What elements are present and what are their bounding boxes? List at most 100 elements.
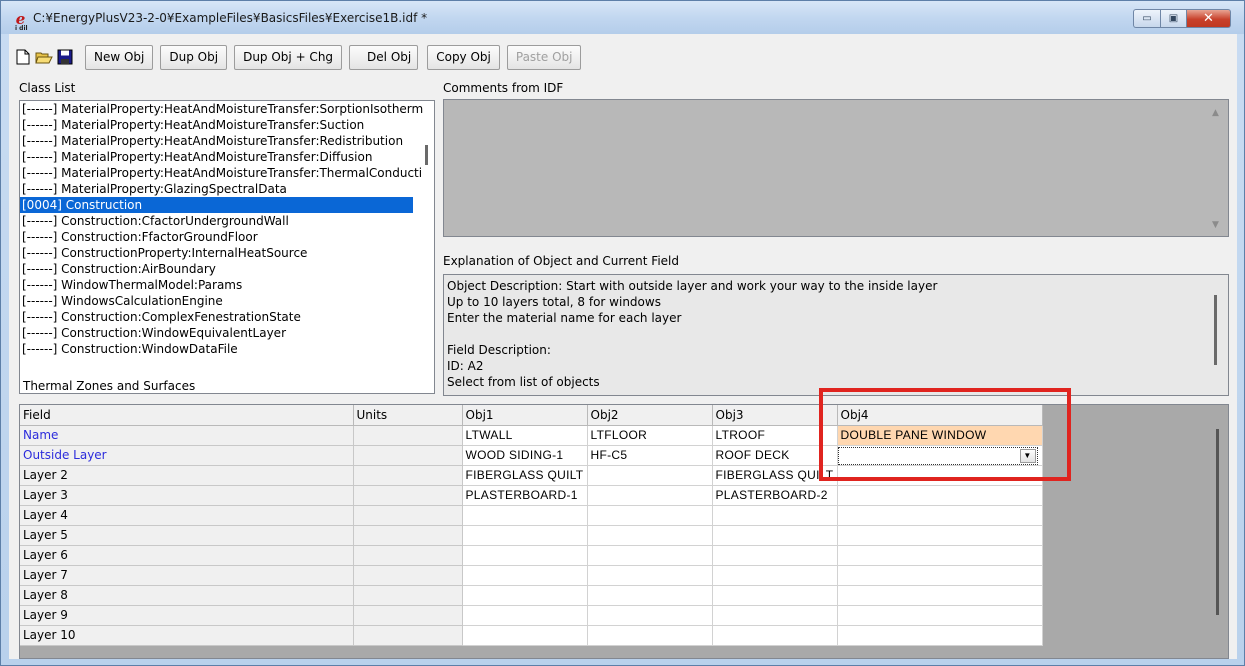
new-file-icon[interactable] bbox=[13, 46, 33, 68]
value-cell-obj1[interactable] bbox=[462, 585, 588, 606]
value-cell-obj2[interactable]: HF-C5 bbox=[587, 445, 713, 466]
open-folder-icon[interactable] bbox=[34, 46, 54, 68]
value-cell-obj4[interactable] bbox=[837, 505, 1043, 526]
value-cell-obj4[interactable] bbox=[837, 585, 1043, 606]
value-cell-obj2[interactable] bbox=[587, 605, 713, 626]
class-list-item[interactable]: [------] MaterialProperty:HeatAndMoistur… bbox=[20, 165, 434, 181]
close-button[interactable]: ✕ bbox=[1187, 9, 1231, 28]
object-grid[interactable]: Field Units Obj1 Obj2 Obj3 Obj4 Name LTWALL LTFL… bbox=[19, 404, 1229, 659]
value-cell-obj3[interactable]: FIBERGLASS QUILT bbox=[712, 465, 838, 486]
value-cell-obj3[interactable] bbox=[712, 525, 838, 546]
dup-obj-button[interactable]: Dup Obj bbox=[160, 44, 228, 70]
value-cell-obj1[interactable] bbox=[462, 505, 588, 526]
value-cell-obj3[interactable] bbox=[712, 565, 838, 586]
value-cell-obj1[interactable] bbox=[462, 605, 588, 626]
field-name-cell[interactable]: Layer 2 bbox=[20, 465, 354, 486]
save-disk-icon[interactable] bbox=[55, 46, 75, 68]
value-cell-obj1[interactable]: LTWALL bbox=[462, 425, 588, 446]
class-list-item[interactable]: [------] Construction:ComplexFenestratio… bbox=[20, 309, 434, 325]
minimize-button[interactable]: ▭ bbox=[1133, 9, 1160, 28]
field-name-cell[interactable]: Layer 7 bbox=[20, 565, 354, 586]
class-list-item[interactable]: [------] Construction:AirBoundary bbox=[20, 261, 434, 277]
chevron-down-icon[interactable]: ▼ bbox=[1019, 448, 1036, 463]
class-list-item[interactable]: [------] Construction:CfactorUnderground… bbox=[20, 213, 434, 229]
grid-header-obj4[interactable]: Obj4 bbox=[837, 405, 1043, 426]
value-cell-obj4[interactable] bbox=[837, 545, 1043, 566]
explanation-scroll-thumb[interactable] bbox=[1214, 295, 1217, 365]
value-cell-obj2[interactable] bbox=[587, 545, 713, 566]
class-group-header[interactable]: Thermal Zones and Surfaces bbox=[23, 379, 195, 393]
field-name-cell[interactable]: Outside Layer bbox=[20, 445, 354, 466]
value-cell-obj3[interactable]: ROOF DECK bbox=[712, 445, 838, 466]
value-cell-obj1[interactable] bbox=[462, 565, 588, 586]
field-name-cell[interactable]: Name bbox=[20, 425, 354, 446]
outside-layer-dropdown-cell[interactable]: ▼ bbox=[837, 445, 1043, 466]
dup-obj-chg-button[interactable]: Dup Obj + Chg bbox=[234, 44, 343, 70]
field-name-cell[interactable]: Layer 8 bbox=[20, 585, 354, 606]
value-cell-obj2[interactable] bbox=[587, 565, 713, 586]
value-cell-obj4[interactable] bbox=[837, 465, 1043, 486]
class-list-item[interactable]: [------] WindowThermalModel:Params bbox=[20, 277, 434, 293]
value-cell-obj2[interactable]: LTFLOOR bbox=[587, 425, 713, 446]
value-cell-obj4[interactable] bbox=[837, 605, 1043, 626]
value-cell-obj1[interactable] bbox=[462, 525, 588, 546]
value-cell-obj1[interactable]: PLASTERBOARD-1 bbox=[462, 485, 588, 506]
title-bar[interactable]: e i dil C:¥EnergyPlusV23-2-0¥ExampleFile… bbox=[1, 1, 1244, 34]
class-list-item[interactable]: [------] WindowsCalculationEngine bbox=[20, 293, 434, 309]
grid-header-obj2[interactable]: Obj2 bbox=[587, 405, 713, 426]
value-cell-obj1[interactable]: WOOD SIDING-1 bbox=[462, 445, 588, 466]
del-obj-button[interactable]: Del Obj bbox=[349, 44, 419, 70]
field-name-cell[interactable]: Layer 9 bbox=[20, 605, 354, 626]
field-name-cell[interactable]: Layer 3 bbox=[20, 485, 354, 506]
class-list-item[interactable]: [------] Construction:WindowDataFile bbox=[20, 341, 434, 357]
field-name-cell[interactable]: Layer 10 bbox=[20, 625, 354, 646]
value-cell-obj3[interactable] bbox=[712, 605, 838, 626]
class-list-item[interactable]: [------] MaterialProperty:HeatAndMoistur… bbox=[20, 117, 434, 133]
value-cell-obj2[interactable] bbox=[587, 465, 713, 486]
value-cell-obj4[interactable] bbox=[837, 485, 1043, 506]
value-cell-obj3[interactable] bbox=[712, 625, 838, 646]
class-list-item[interactable]: [------] MaterialProperty:GlazingSpectra… bbox=[20, 181, 434, 197]
field-name-cell[interactable]: Layer 5 bbox=[20, 525, 354, 546]
value-cell-obj1[interactable]: FIBERGLASS QUILT bbox=[462, 465, 588, 486]
value-cell-obj2[interactable] bbox=[587, 625, 713, 646]
value-cell-obj4[interactable] bbox=[837, 525, 1043, 546]
class-listbox[interactable]: [------] MaterialProperty:HeatAndMoistur… bbox=[19, 100, 435, 394]
grid-header-units[interactable]: Units bbox=[353, 405, 463, 426]
value-cell-obj4[interactable] bbox=[837, 565, 1043, 586]
comments-scroll-up-icon[interactable]: ▲ bbox=[1212, 108, 1219, 118]
new-obj-button[interactable]: New Obj bbox=[85, 44, 154, 70]
comments-textarea[interactable]: ▲ ▼ bbox=[443, 99, 1229, 237]
value-cell-obj3[interactable]: LTROOF bbox=[712, 425, 838, 446]
explanation-panel[interactable]: Object Description: Start with outside l… bbox=[443, 274, 1229, 396]
class-list-item-selected[interactable]: [0004] Construction bbox=[20, 197, 413, 213]
class-list-item[interactable]: [------] MaterialProperty:HeatAndMoistur… bbox=[20, 133, 434, 149]
grid-header-obj3[interactable]: Obj3 bbox=[712, 405, 838, 426]
material-dropdown[interactable]: ▼ bbox=[837, 446, 1038, 464]
class-list-scroll-thumb[interactable] bbox=[425, 145, 428, 165]
class-list-item[interactable]: [------] Construction:WindowEquivalentLa… bbox=[20, 325, 434, 341]
value-cell-obj3[interactable]: PLASTERBOARD-2 bbox=[712, 485, 838, 506]
class-list-item[interactable]: [------] MaterialProperty:HeatAndMoistur… bbox=[20, 149, 434, 165]
maximize-button[interactable]: ▣ bbox=[1160, 9, 1187, 28]
value-cell-obj3[interactable] bbox=[712, 545, 838, 566]
value-cell-obj1[interactable] bbox=[462, 625, 588, 646]
value-cell-obj2[interactable] bbox=[587, 525, 713, 546]
value-cell-obj1[interactable] bbox=[462, 545, 588, 566]
grid-header-obj1[interactable]: Obj1 bbox=[462, 405, 588, 426]
class-list-item[interactable]: [------] MaterialProperty:HeatAndMoistur… bbox=[20, 101, 434, 117]
value-cell-obj3[interactable] bbox=[712, 505, 838, 526]
value-cell-obj2[interactable] bbox=[587, 585, 713, 606]
value-cell-obj2[interactable] bbox=[587, 485, 713, 506]
copy-obj-button[interactable]: Copy Obj bbox=[427, 44, 500, 70]
value-cell-obj4[interactable]: DOUBLE PANE WINDOW bbox=[837, 425, 1043, 446]
class-list-item[interactable]: [------] ConstructionProperty:InternalHe… bbox=[20, 245, 434, 261]
field-name-cell[interactable]: Layer 4 bbox=[20, 505, 354, 526]
class-list-item[interactable]: [------] Construction:FfactorGroundFloor bbox=[20, 229, 434, 245]
value-cell-obj2[interactable] bbox=[587, 505, 713, 526]
value-cell-obj3[interactable] bbox=[712, 585, 838, 606]
grid-scroll-thumb[interactable] bbox=[1216, 429, 1219, 615]
grid-header-field[interactable]: Field bbox=[20, 405, 354, 426]
value-cell-obj4[interactable] bbox=[837, 625, 1043, 646]
field-name-cell[interactable]: Layer 6 bbox=[20, 545, 354, 566]
